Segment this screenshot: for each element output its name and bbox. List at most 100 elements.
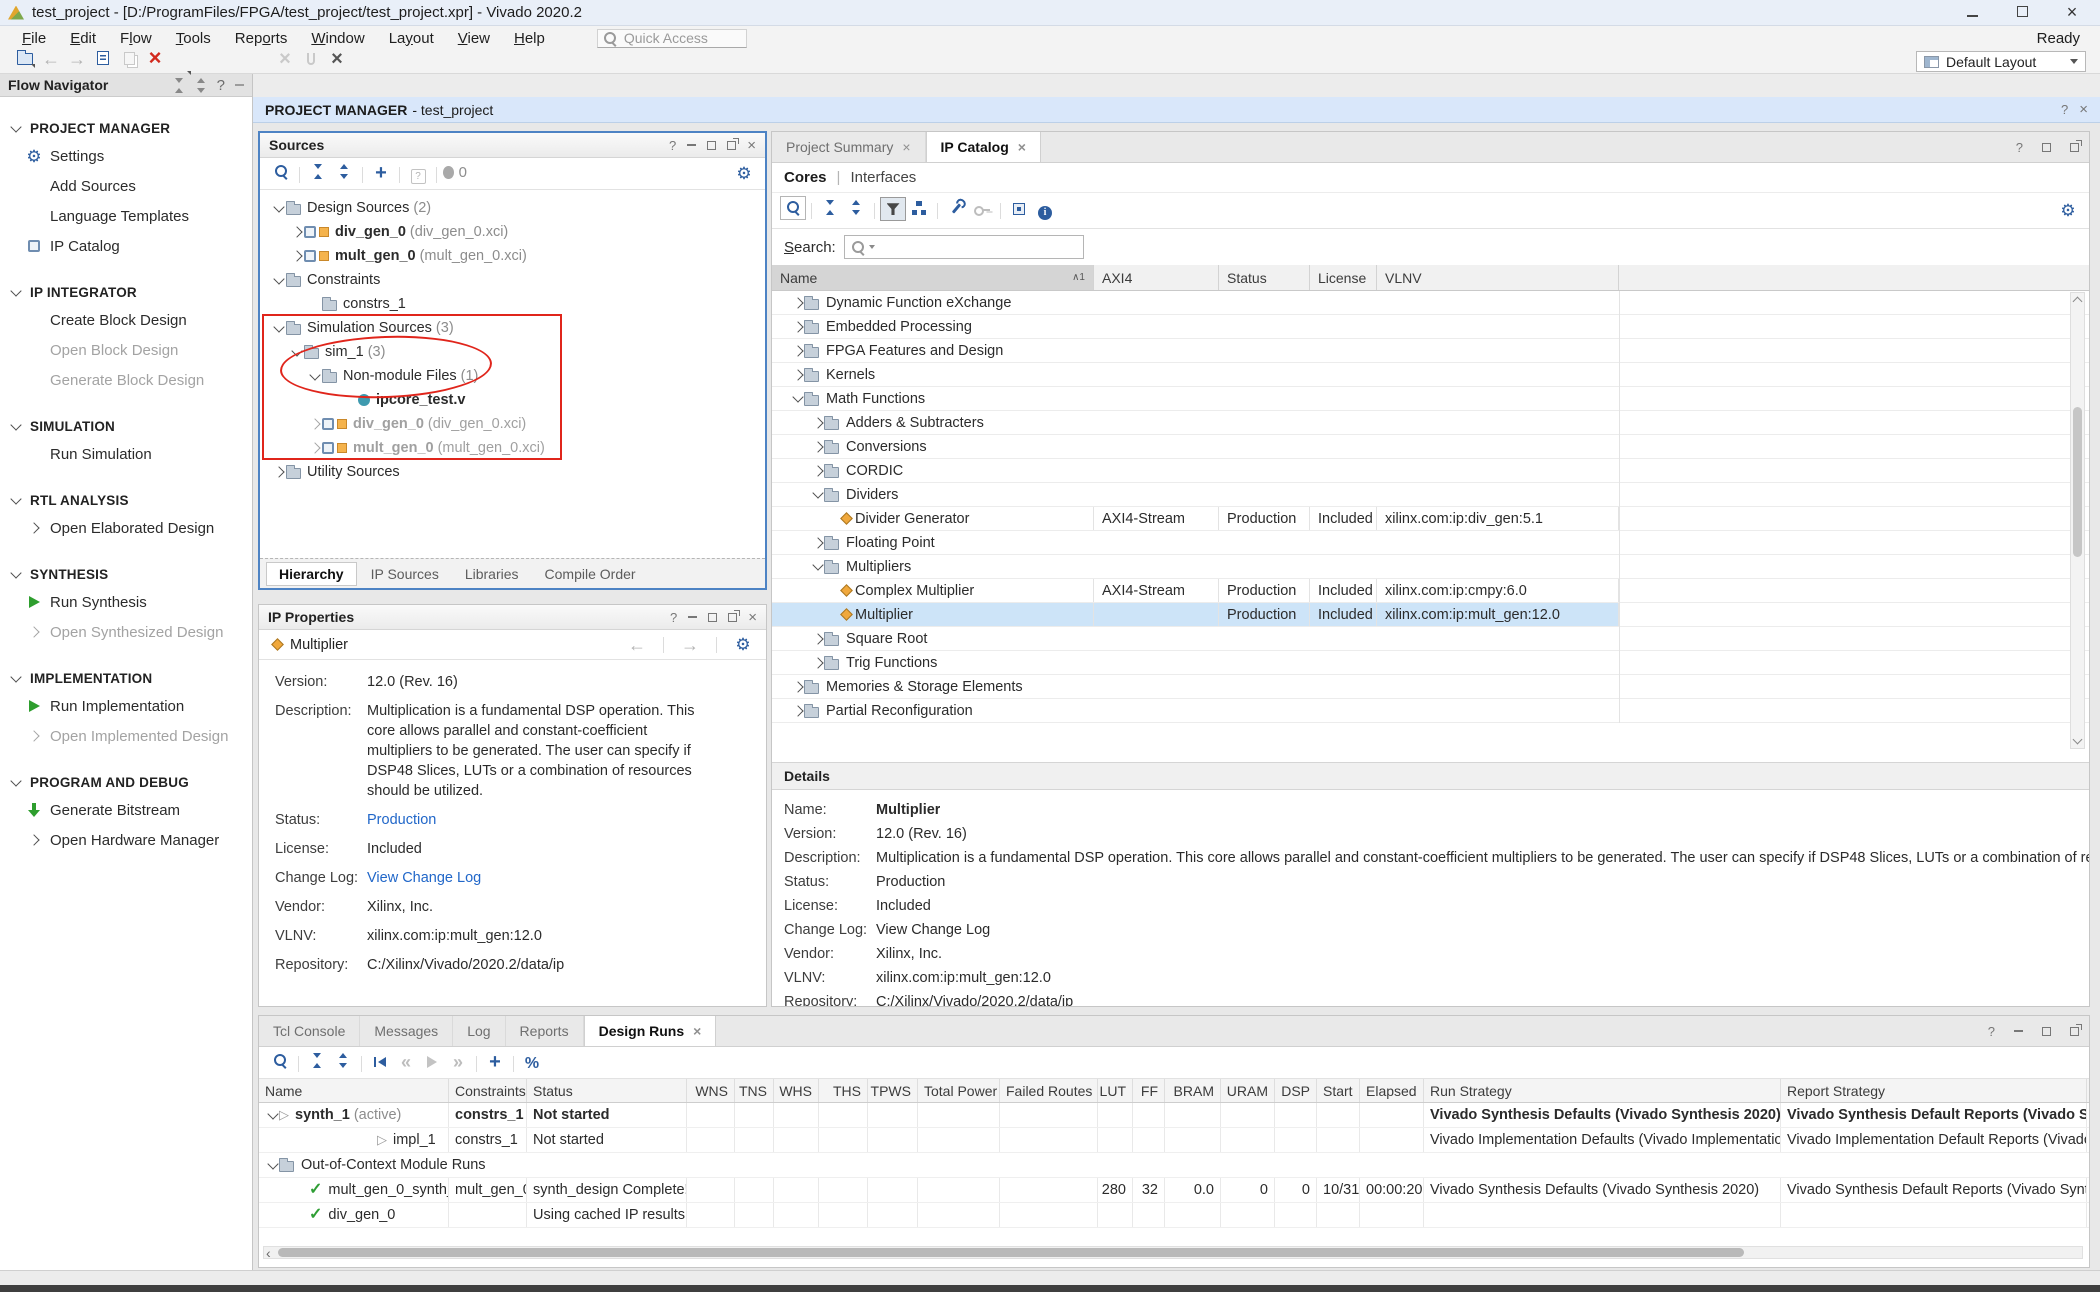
column-header-tpws[interactable]: TPWS: [868, 1079, 918, 1102]
tab-log[interactable]: Log: [453, 1016, 505, 1046]
catalog-row[interactable]: Conversions: [772, 435, 2089, 459]
property-link[interactable]: View Change Log: [367, 868, 707, 888]
column-header-dsp[interactable]: DSP: [1275, 1079, 1317, 1102]
settings-gear-button[interactable]: [220, 53, 246, 77]
chevron-down-icon[interactable]: [272, 278, 286, 283]
ghost-x-button[interactable]: [272, 47, 298, 71]
menu-flow[interactable]: Flow: [108, 30, 164, 47]
sources-tree-row[interactable]: Design Sources (2): [260, 196, 765, 220]
catalog-row[interactable]: Dividers: [772, 483, 2089, 507]
menu-window[interactable]: Window: [299, 30, 376, 47]
search-button[interactable]: [780, 196, 806, 220]
column-header-name[interactable]: Name∧1: [772, 265, 1094, 290]
delete-x-button[interactable]: [142, 46, 168, 70]
sources-tree-row[interactable]: ipcore_test.v: [260, 388, 765, 412]
help-icon[interactable]: [217, 77, 225, 94]
catalog-row[interactable]: Floating Point: [772, 531, 2089, 555]
column-header-elapsed[interactable]: Elapsed: [1360, 1079, 1424, 1102]
float-button[interactable]: [2070, 1027, 2079, 1036]
key-button[interactable]: [969, 198, 995, 222]
column-header-ff[interactable]: FF: [1133, 1079, 1165, 1102]
tab-compile-order[interactable]: Compile Order: [533, 563, 648, 585]
property-link[interactable]: Production: [367, 810, 707, 830]
chevron-down-icon[interactable]: [272, 206, 286, 211]
menu-file[interactable]: File: [10, 30, 58, 47]
property-link[interactable]: View Change Log: [876, 922, 990, 938]
run-play-button[interactable]: [168, 53, 194, 77]
percent-button[interactable]: [519, 1052, 545, 1076]
minimize-button[interactable]: [688, 616, 697, 618]
sidebar-item-add-sources[interactable]: Add Sources: [0, 171, 252, 201]
open-folder-button[interactable]: [12, 46, 38, 70]
plus-button[interactable]: [482, 1051, 508, 1075]
sidebar-item-language-templates[interactable]: Language Templates: [0, 201, 252, 231]
column-header-bram[interactable]: BRAM: [1165, 1079, 1221, 1102]
sources-tree-row[interactable]: div_gen_0 (div_gen_0.xci): [260, 412, 765, 436]
column-header-uram[interactable]: URAM: [1221, 1079, 1275, 1102]
column-header-vlnv[interactable]: VLNV: [1377, 265, 1619, 290]
scrollbar-thumb[interactable]: [278, 1248, 1744, 1257]
horizontal-scrollbar[interactable]: ‹: [263, 1246, 2083, 1259]
save-doc-button[interactable]: [90, 46, 116, 70]
scrollbar-thumb[interactable]: [2073, 407, 2082, 557]
sources-tree-row[interactable]: mult_gen_0 (mult_gen_0.xci): [260, 244, 765, 268]
column-header-constraints[interactable]: Constraints: [449, 1079, 527, 1102]
sidebar-item-ip-catalog[interactable]: IP Catalog: [0, 231, 252, 261]
sources-settings-button[interactable]: [731, 162, 757, 186]
rewind-button[interactable]: [393, 1050, 419, 1074]
catalog-row[interactable]: Multipliers: [772, 555, 2089, 579]
design-run-row[interactable]: Out-of-Context Module Runs: [259, 1153, 2089, 1178]
catalog-row[interactable]: Complex MultiplierAXI4-StreamProductionI…: [772, 579, 2089, 603]
chevron-right-icon[interactable]: [290, 252, 304, 260]
flow-section-header[interactable]: IP INTEGRATOR: [0, 279, 252, 305]
tab-hierarchy[interactable]: Hierarchy: [266, 562, 357, 586]
flow-section-header[interactable]: PROGRAM AND DEBUG: [0, 769, 252, 795]
sigma-report-button[interactable]: [246, 53, 272, 77]
forward-button[interactable]: [64, 47, 90, 71]
collapse-button[interactable]: [817, 196, 843, 220]
sources-tree-row[interactable]: Non-module Files (1): [260, 364, 765, 388]
close-icon[interactable]: ×: [902, 139, 910, 155]
tab-reports[interactable]: Reports: [506, 1016, 584, 1046]
back-button[interactable]: [38, 47, 64, 71]
maximize-button[interactable]: [2042, 143, 2051, 152]
catalog-row[interactable]: Kernels: [772, 363, 2089, 387]
flow-section-header[interactable]: PROJECT MANAGER: [0, 115, 252, 141]
close-button[interactable]: [747, 137, 756, 154]
design-run-row[interactable]: mult_gen_0_synth_1mult_gen_0synth_design…: [259, 1178, 2089, 1203]
chevron-right-icon[interactable]: [308, 420, 322, 428]
sidebar-item-open-elaborated-design[interactable]: Open Elaborated Design: [0, 513, 252, 543]
flow-section-header[interactable]: RTL ANALYSIS: [0, 487, 252, 513]
column-header-status[interactable]: Status: [527, 1079, 687, 1102]
copy-doc-button[interactable]: [116, 47, 142, 71]
column-header-name[interactable]: Name: [259, 1079, 449, 1102]
chevron-right-icon[interactable]: [308, 444, 322, 452]
chevron-down-icon[interactable]: [290, 350, 304, 355]
column-header-failed[interactable]: Failed Routes: [1000, 1079, 1098, 1102]
help-boxed-button[interactable]: [405, 164, 431, 188]
ip-search-input[interactable]: [844, 235, 1084, 259]
close-icon[interactable]: ×: [1018, 139, 1026, 155]
column-header-axi4[interactable]: AXI4: [1094, 265, 1219, 290]
catalog-row[interactable]: Partial Reconfiguration: [772, 699, 2089, 723]
design-run-row[interactable]: div_gen_0Using cached IP results: [259, 1203, 2089, 1228]
menu-layout[interactable]: Layout: [377, 30, 446, 47]
catalog-row[interactable]: CORDIC: [772, 459, 2089, 483]
sources-tree-row[interactable]: constrs_1: [260, 292, 765, 316]
vertical-scrollbar[interactable]: [2070, 292, 2085, 749]
sources-tree-row[interactable]: Utility Sources: [260, 460, 765, 484]
chevron-right-icon[interactable]: [290, 228, 304, 236]
flow-section-header[interactable]: IMPLEMENTATION: [0, 665, 252, 691]
catalog-row[interactable]: Memories & Storage Elements: [772, 675, 2089, 699]
close-button[interactable]: ×: [2058, 2, 2086, 23]
sidebar-item-run-implementation[interactable]: Run Implementation: [0, 691, 252, 721]
minimize-button[interactable]: [2014, 1030, 2023, 1032]
generate-bitstream-button[interactable]: [194, 53, 220, 77]
float-button[interactable]: [728, 613, 737, 622]
float-button[interactable]: [727, 141, 736, 150]
hier-button[interactable]: [906, 196, 932, 220]
ip-properties-settings-button[interactable]: [730, 633, 756, 657]
column-header-status[interactable]: Status: [1219, 265, 1310, 290]
chevron-right-icon[interactable]: [272, 468, 286, 476]
help-button[interactable]: [669, 138, 676, 153]
